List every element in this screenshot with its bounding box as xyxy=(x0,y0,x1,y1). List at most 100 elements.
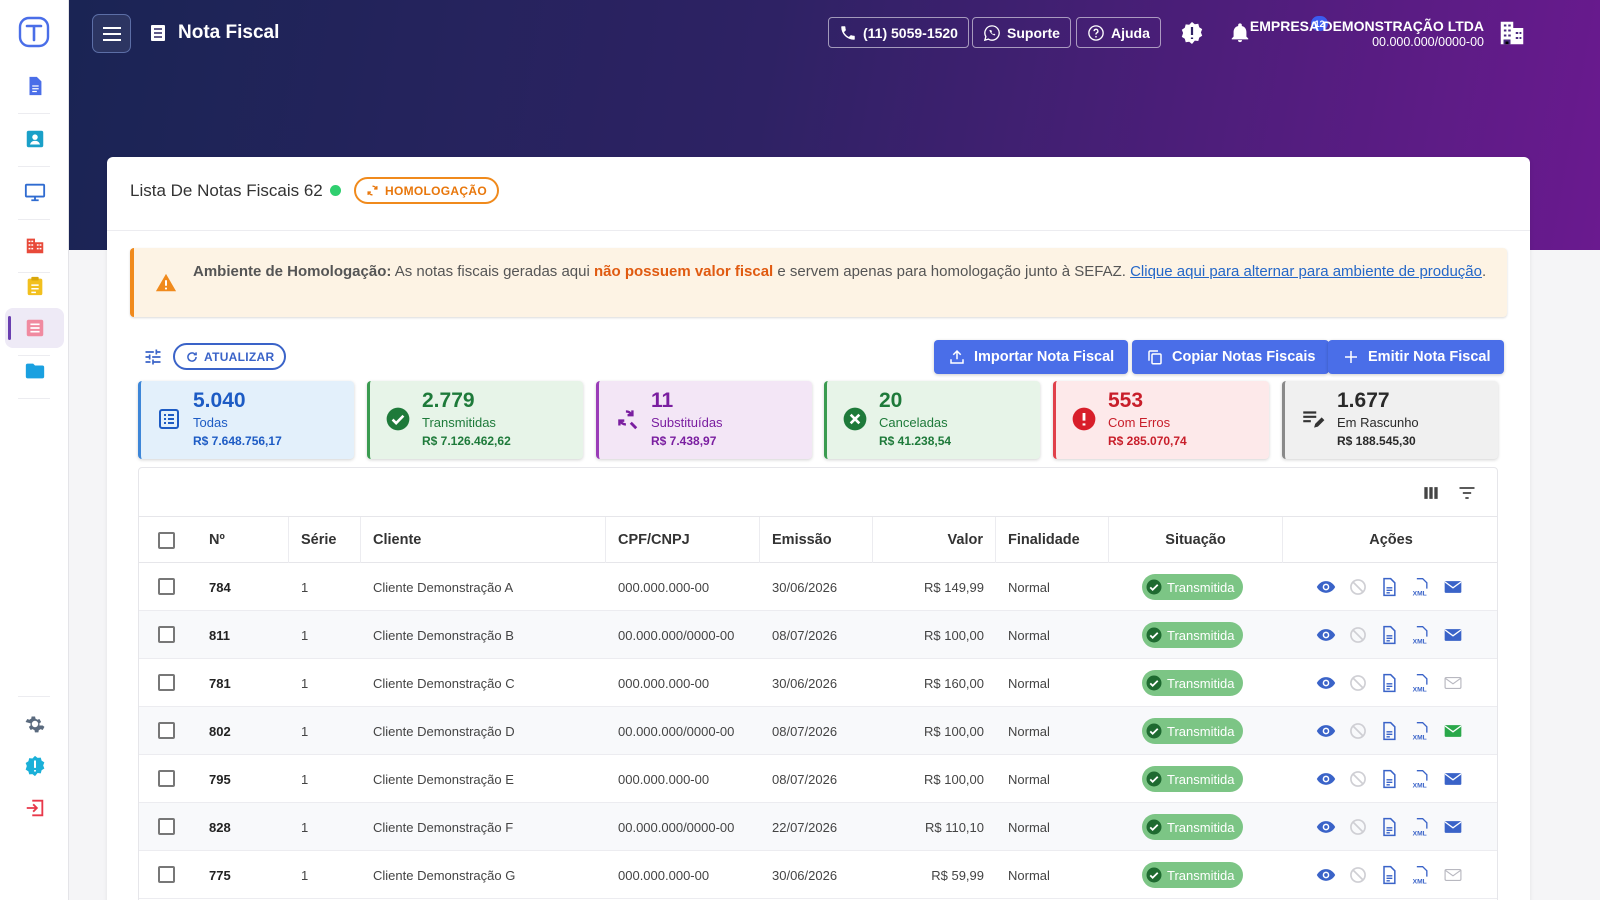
row-checkbox[interactable] xyxy=(158,866,175,883)
table-row[interactable]: 775 1 Cliente Demonstração G 000.000.000-00… xyxy=(139,851,1497,899)
stat-card-replaced[interactable]: 11 Substituídas R$ 7.438,97 xyxy=(596,381,812,459)
xml-file-icon[interactable]: XML xyxy=(1411,625,1431,645)
environment-badge[interactable]: HOMOLOGAÇÃO xyxy=(354,177,499,204)
view-eye-icon[interactable] xyxy=(1316,769,1336,789)
xml-file-icon[interactable]: XML xyxy=(1411,769,1431,789)
view-eye-icon[interactable] xyxy=(1316,721,1336,741)
xml-file-icon[interactable]: XML xyxy=(1411,577,1431,597)
column-header-situacao[interactable]: Situação xyxy=(1109,517,1283,563)
stat-card-transmitted[interactable]: 2.779 Transmitidas R$ 7.126.462,62 xyxy=(367,381,583,459)
table-row[interactable]: 781 1 Cliente Demonstração C 000.000.000-00… xyxy=(139,659,1497,707)
company-info[interactable]: EMPRESA DEMONSTRAÇÃO LTDA 00.000.000/000… xyxy=(1250,18,1484,49)
row-checkbox[interactable] xyxy=(158,578,175,595)
phone-button[interactable]: (11) 5059-1520 xyxy=(828,17,969,48)
columns-icon[interactable] xyxy=(1421,483,1441,503)
cell-emissao: 30/06/2026 xyxy=(772,867,838,883)
sidebar-item-settings[interactable] xyxy=(5,704,64,744)
sidebar-item-monitor[interactable] xyxy=(5,172,64,212)
sidebar-item-companies[interactable] xyxy=(5,225,64,265)
sidebar-item-logout[interactable] xyxy=(5,788,64,828)
cell-finalidade: Normal xyxy=(1008,867,1050,883)
app-logo-icon[interactable] xyxy=(18,16,50,48)
pdf-document-icon[interactable] xyxy=(1379,625,1399,645)
sidebar-item-nota-fiscal[interactable] xyxy=(5,308,64,348)
cancel-block-icon[interactable] xyxy=(1348,721,1368,741)
svg-text:XML: XML xyxy=(1413,638,1427,645)
row-checkbox[interactable] xyxy=(158,770,175,787)
sidebar-item-alerts[interactable] xyxy=(5,746,64,786)
pdf-document-icon[interactable] xyxy=(1379,865,1399,885)
sidebar-item-contacts[interactable] xyxy=(5,119,64,159)
table-row[interactable]: 828 1 Cliente Demonstração F 00.000.000/000… xyxy=(139,803,1497,851)
view-eye-icon[interactable] xyxy=(1316,865,1336,885)
pdf-document-icon[interactable] xyxy=(1379,769,1399,789)
email-icon[interactable] xyxy=(1443,673,1463,693)
row-checkbox[interactable] xyxy=(158,626,175,643)
row-checkbox[interactable] xyxy=(158,674,175,691)
cancel-block-icon[interactable] xyxy=(1348,625,1368,645)
table-row[interactable]: 795 1 Cliente Demonstração E 000.000.000-00… xyxy=(139,755,1497,803)
column-header-serie[interactable]: Série xyxy=(289,517,361,563)
company-building-icon[interactable] xyxy=(1497,18,1527,48)
status-label: Transmitida xyxy=(1167,867,1235,883)
stat-card-all[interactable]: 5.040 Todas R$ 7.648.756,17 xyxy=(138,381,354,459)
email-icon[interactable] xyxy=(1443,625,1463,645)
row-checkbox[interactable] xyxy=(158,722,175,739)
table-row[interactable]: 802 1 Cliente Demonstração D 00.000.000/000… xyxy=(139,707,1497,755)
cell-numero: 781 xyxy=(209,675,231,691)
stat-card-drafts[interactable]: 1.677 Em Rascunho R$ 188.545,30 xyxy=(1282,381,1498,459)
stat-card-cancelled[interactable]: 20 Canceladas R$ 41.238,54 xyxy=(824,381,1040,459)
xml-file-icon[interactable]: XML xyxy=(1411,721,1431,741)
row-checkbox[interactable] xyxy=(158,818,175,835)
email-icon[interactable] xyxy=(1443,769,1463,789)
xml-file-icon[interactable]: XML xyxy=(1411,865,1431,885)
pdf-document-icon[interactable] xyxy=(1379,817,1399,837)
pdf-document-icon[interactable] xyxy=(1379,721,1399,741)
view-eye-icon[interactable] xyxy=(1316,817,1336,837)
column-header-emissao[interactable]: Emissão xyxy=(760,517,873,563)
pdf-document-icon[interactable] xyxy=(1379,673,1399,693)
xml-file-icon[interactable]: XML xyxy=(1411,673,1431,693)
cell-cliente: Cliente Demonstração B xyxy=(373,627,514,643)
filter-icon[interactable] xyxy=(1457,483,1477,503)
view-eye-icon[interactable] xyxy=(1316,673,1336,693)
email-icon[interactable] xyxy=(1443,577,1463,597)
table-row[interactable]: 811 1 Cliente Demonstração B 00.000.000/000… xyxy=(139,611,1497,659)
sidebar-item-clipboard[interactable] xyxy=(5,266,64,306)
view-eye-icon[interactable] xyxy=(1316,625,1336,645)
support-button[interactable]: Suporte xyxy=(972,17,1071,48)
email-icon[interactable] xyxy=(1443,817,1463,837)
help-button[interactable]: Ajuda xyxy=(1076,17,1161,48)
svg-text:XML: XML xyxy=(1413,590,1427,597)
xml-file-icon[interactable]: XML xyxy=(1411,817,1431,837)
tune-filter-icon[interactable] xyxy=(143,347,163,367)
cancel-block-icon[interactable] xyxy=(1348,673,1368,693)
cancel-block-icon[interactable] xyxy=(1348,577,1368,597)
column-header-cliente[interactable]: Cliente xyxy=(361,517,606,563)
cancel-block-icon[interactable] xyxy=(1348,817,1368,837)
cancel-block-icon[interactable] xyxy=(1348,865,1368,885)
sidebar-item-documents[interactable] xyxy=(5,66,64,106)
column-header-finalidade[interactable]: Finalidade xyxy=(996,517,1109,563)
sidebar-item-files[interactable] xyxy=(5,351,64,391)
menu-toggle-button[interactable] xyxy=(92,14,131,53)
column-header-valor[interactable]: Valor xyxy=(873,517,996,563)
switch-environment-link[interactable]: Clique aqui para alternar para ambiente … xyxy=(1130,263,1482,280)
column-header-cpf-cnpj[interactable]: CPF/CNPJ xyxy=(606,517,760,563)
email-icon[interactable] xyxy=(1443,721,1463,741)
select-all-checkbox[interactable] xyxy=(158,531,175,549)
table-row[interactable]: 784 1 Cliente Demonstração A 000.000.000-00… xyxy=(139,563,1497,611)
pdf-document-icon[interactable] xyxy=(1379,577,1399,597)
import-invoice-button[interactable]: Importar Nota Fiscal xyxy=(934,340,1129,374)
column-header-numero[interactable]: Nº xyxy=(197,517,289,563)
stat-card-errors[interactable]: 553 Com Erros R$ 285.070,74 xyxy=(1053,381,1269,459)
cell-finalidade: Normal xyxy=(1008,675,1050,691)
view-eye-icon[interactable] xyxy=(1316,577,1336,597)
alerts-button[interactable] xyxy=(1179,20,1205,46)
cancel-block-icon[interactable] xyxy=(1348,769,1368,789)
copy-invoices-button[interactable]: Copiar Notas Fiscais xyxy=(1132,340,1330,374)
emit-invoice-button[interactable]: Emitir Nota Fiscal xyxy=(1328,340,1505,374)
import-invoice-label: Importar Nota Fiscal xyxy=(974,349,1115,365)
email-icon[interactable] xyxy=(1443,865,1463,885)
refresh-button[interactable]: ATUALIZAR xyxy=(173,343,287,370)
